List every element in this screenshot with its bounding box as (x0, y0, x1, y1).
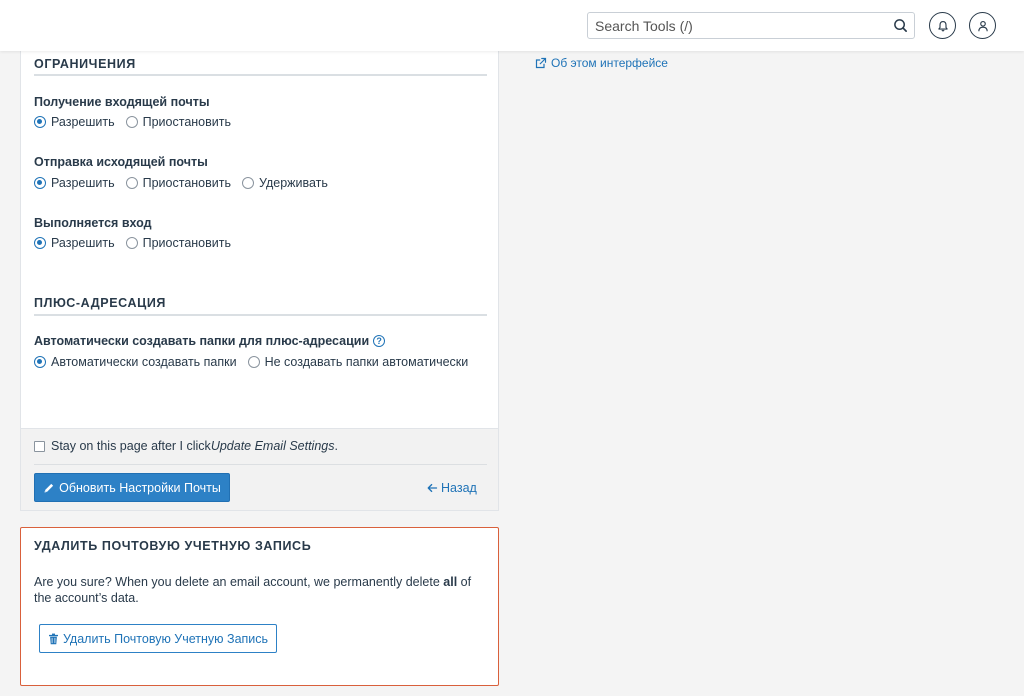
plus-addressing-title: ПЛЮС-АДРЕСАЦИЯ (34, 296, 166, 310)
stay-on-page-option[interactable]: Stay on this page after I click Update E… (34, 439, 338, 453)
radio-selected[interactable] (34, 237, 46, 249)
user-menu-button[interactable] (969, 12, 996, 39)
trash-icon (48, 633, 59, 645)
external-link-icon (535, 57, 547, 69)
incoming-mail-label: Получение входящей почты (34, 95, 210, 109)
no-auto-create-folders-radio[interactable]: Не создавать папки автоматически (247, 355, 468, 369)
radio-selected[interactable] (34, 177, 46, 189)
delete-account-warning: Are you sure? When you delete an email a… (34, 575, 472, 605)
help-icon[interactable]: ? (373, 335, 386, 347)
incoming-suspend-radio[interactable]: Приостановить (125, 115, 231, 129)
login-allow-radio[interactable]: Разрешить (34, 236, 115, 250)
bell-icon (937, 20, 948, 31)
outgoing-mail-options: Разрешить Приостановить Удерживать (34, 176, 339, 190)
radio-selected[interactable] (34, 356, 46, 368)
delete-email-account-button[interactable]: Удалить Почтовую Учетную Запись (39, 624, 277, 653)
section-divider (34, 74, 487, 76)
radio-unselected[interactable] (247, 356, 260, 368)
user-icon (977, 20, 988, 31)
radio-unselected[interactable] (125, 177, 138, 189)
search-input[interactable] (588, 13, 878, 38)
incoming-allow-radio[interactable]: Разрешить (34, 115, 115, 129)
outgoing-allow-radio[interactable]: Разрешить (34, 176, 115, 190)
pencil-icon (43, 482, 55, 494)
incoming-mail-options: Разрешить Приостановить (34, 115, 242, 129)
radio-unselected[interactable] (242, 177, 254, 189)
about-interface-link[interactable]: Об этом интерфейсе (535, 56, 668, 70)
auto-create-folders-radio[interactable]: Автоматически создавать папки (34, 355, 237, 369)
radio-unselected[interactable] (125, 237, 138, 249)
search-box[interactable] (587, 12, 915, 39)
radio-unselected[interactable] (125, 116, 138, 128)
footer-divider (34, 464, 487, 465)
search-icon[interactable] (893, 18, 908, 33)
plus-addressing-options: Автоматически создавать папки Не создава… (34, 355, 479, 369)
radio-selected[interactable] (34, 116, 46, 128)
outgoing-mail-label: Отправка исходящей почты (34, 155, 208, 169)
section-divider (34, 314, 487, 316)
plus-addressing-label: Автоматически создавать папки для плюс-а… (34, 334, 386, 348)
delete-account-title: УДАЛИТЬ ПОЧТОВУЮ УЧЕТНУЮ ЗАПИСЬ (34, 539, 312, 553)
email-settings-panel: ОГРАНИЧЕНИЯ Получение входящей почты Раз… (20, 51, 499, 511)
login-options: Разрешить Приостановить (34, 236, 242, 250)
login-suspend-radio[interactable]: Приостановить (125, 236, 231, 250)
form-footer: Stay on this page after I click Update E… (21, 428, 498, 510)
back-link[interactable]: Назад (426, 481, 477, 495)
notifications-button[interactable] (929, 12, 956, 39)
delete-account-panel: УДАЛИТЬ ПОЧТОВУЮ УЧЕТНУЮ ЗАПИСЬ Are you … (20, 527, 499, 686)
stay-on-page-checkbox[interactable] (34, 440, 45, 452)
top-header (0, 0, 1024, 51)
outgoing-suspend-radio[interactable]: Приостановить (125, 176, 231, 190)
arrow-left-icon (427, 483, 438, 493)
login-label: Выполняется вход (34, 216, 152, 230)
outgoing-hold-radio[interactable]: Удерживать (242, 176, 328, 190)
update-email-settings-button[interactable]: Обновить Настройки Почты (34, 473, 230, 502)
restrictions-title: ОГРАНИЧЕНИЯ (34, 57, 136, 71)
